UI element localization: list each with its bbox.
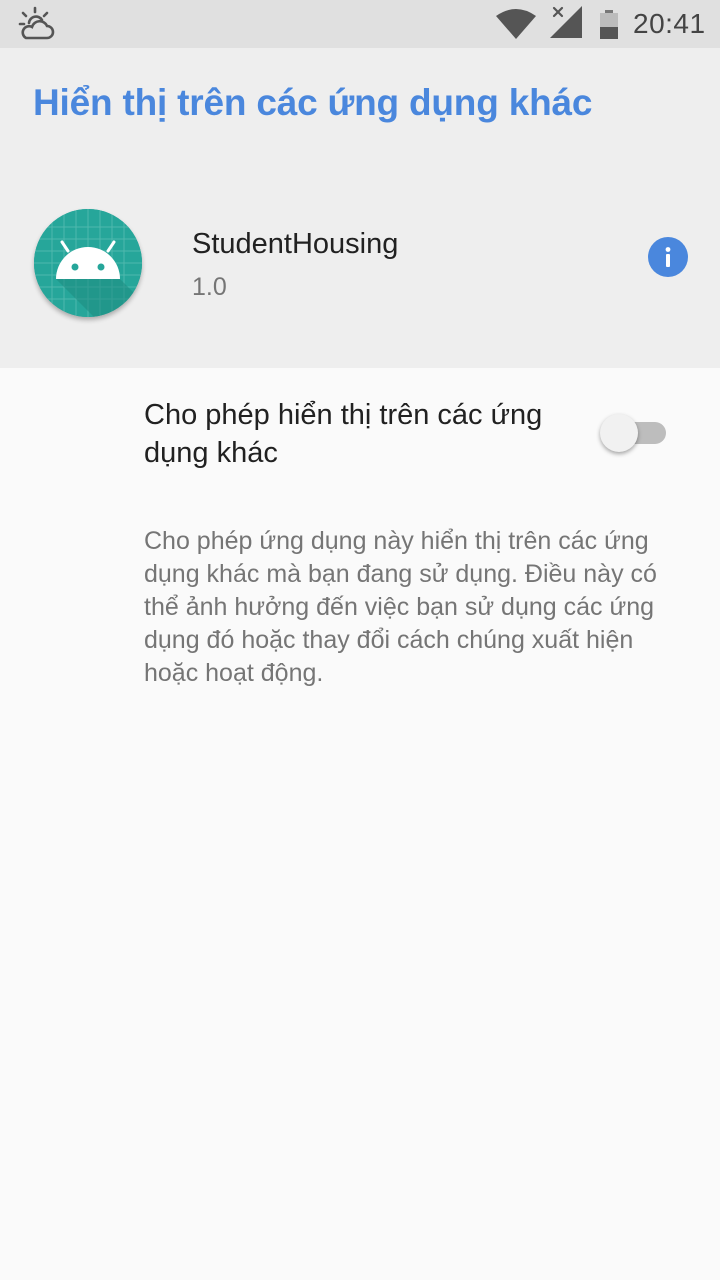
setting-title[interactable]: Cho phép hiển thị trên các ứng dụng khác	[144, 396, 564, 472]
allow-overlay-toggle[interactable]	[600, 412, 668, 454]
info-icon[interactable]	[648, 237, 688, 277]
status-time: 20:41	[633, 8, 706, 39]
app-header: Hiển thị trên các ứng dụng khác StudentH…	[0, 48, 720, 368]
wifi-icon	[496, 8, 536, 45]
toggle-thumb	[600, 414, 638, 452]
signal-no-service-icon	[548, 6, 586, 45]
weather-partly-cloudy-icon	[18, 6, 56, 42]
battery-icon	[598, 10, 622, 45]
status-bar: 20:41	[0, 0, 720, 48]
page-title: Hiển thị trên các ứng dụng khác	[33, 82, 593, 123]
app-name: StudentHousing	[192, 228, 399, 260]
android-icon	[34, 209, 142, 317]
app-version: 1.0	[192, 273, 227, 301]
setting-description: Cho phép ứng dụng này hiển thị trên các …	[144, 527, 657, 687]
app-icon	[34, 209, 142, 317]
